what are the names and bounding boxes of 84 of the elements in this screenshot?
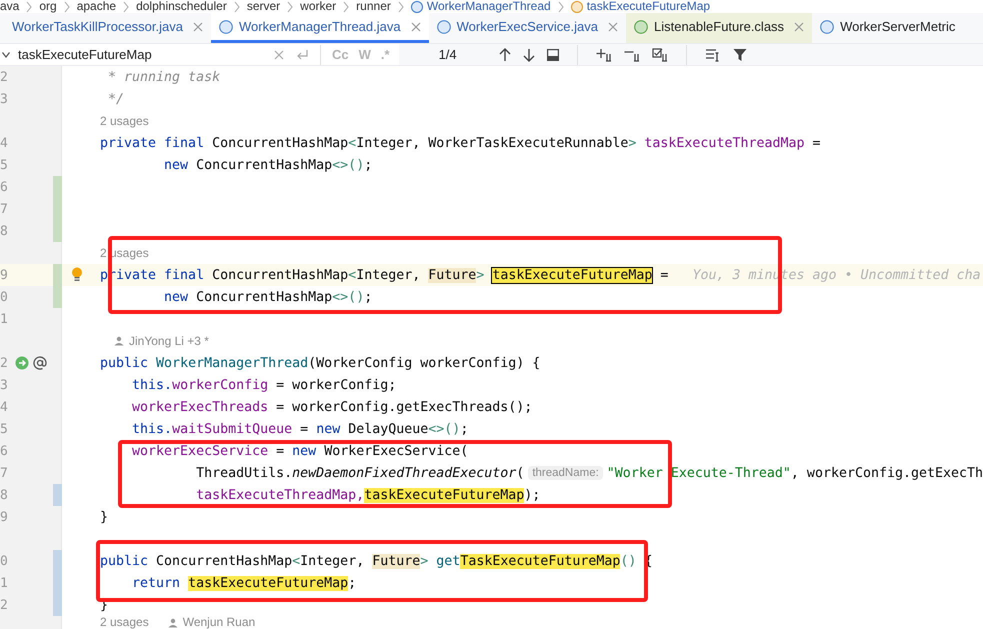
line-number: 3 <box>0 92 9 106</box>
code-line: this.waitSubmitQueue = new DelayQueue<>(); <box>131 422 468 436</box>
line-number: 3 <box>0 378 9 392</box>
chevron-icon <box>287 0 294 12</box>
close-icon[interactable] <box>192 22 203 32</box>
chevron-icon <box>398 0 404 12</box>
chevron-icon <box>234 0 240 12</box>
interface-icon <box>634 20 648 34</box>
breadcrumb-item[interactable]: worker <box>300 0 336 13</box>
breadcrumb-item[interactable]: apache <box>76 0 116 13</box>
line-number: 5 <box>0 158 9 172</box>
line-number: 8 <box>0 488 9 502</box>
breadcrumb-item[interactable]: org <box>39 0 57 13</box>
select-all-icon[interactable] <box>652 48 668 62</box>
line-number: 0 <box>0 554 9 568</box>
line-number: 6 <box>0 180 9 194</box>
inlay-hint[interactable]: 2 usages <box>100 114 149 128</box>
editor-tab[interactable]: ListenableFuture.class <box>626 13 812 43</box>
editor-tab[interactable]: WorkerManagerThread.java <box>210 13 429 43</box>
code-line: this.workerConfig = workerConfig; <box>131 378 396 392</box>
close-icon[interactable] <box>410 22 421 32</box>
code-line: ThreadUtils.newDaemonFixedThreadExecutor( <box>195 466 524 480</box>
field-icon <box>570 0 583 12</box>
inlay-hint[interactable]: JinYong Li +3 * <box>129 334 209 348</box>
chevron-icon <box>558 0 564 12</box>
editor-tab[interactable]: WorkerTaskKillProcessor.java <box>0 13 211 43</box>
editor-tab[interactable]: WorkerServerMetric <box>812 13 964 43</box>
add-occurrence-icon[interactable] <box>596 48 612 62</box>
line-number: 2 <box>0 70 9 84</box>
window-icon[interactable] <box>546 48 559 60</box>
line-number: 2 <box>0 598 9 612</box>
chevron-icon <box>64 0 70 12</box>
match-count: 1/4 <box>438 47 457 62</box>
code-line: taskExecuteThreadMap,taskExecuteFutureMap); <box>195 488 540 502</box>
class-icon <box>820 20 834 34</box>
breadcrumb-item[interactable]: runner <box>356 0 391 13</box>
up-arrow-icon[interactable] <box>498 48 511 62</box>
parameter-hint: threadName: <box>528 466 603 480</box>
dropdown-icon[interactable] <box>2 52 10 58</box>
code-line: new ConcurrentHashMap<>(); <box>163 158 372 172</box>
inlay-hint[interactable]: Wenjun Ruan <box>182 616 256 629</box>
line-number: 5 <box>0 422 9 436</box>
breadcrumb-item[interactable]: taskExecuteFutureMap <box>586 0 710 13</box>
line-number: 4 <box>0 136 9 150</box>
code-line: new ConcurrentHashMap<>(); <box>163 290 372 304</box>
code-line: public WorkerManagerThread(WorkerConfig workerConfig) { <box>100 356 540 370</box>
down-arrow-icon[interactable] <box>522 48 535 62</box>
code-line: workerExecThreads = workerConfig.getExecThreads(); <box>131 400 532 414</box>
code-line: private final ConcurrentHashMap<Integer, WorkerTaskExecuteRunnable> taskExecuteThreadMap = <box>100 136 821 150</box>
search-field[interactable]: taskExecuteFutureMap <box>14 44 268 64</box>
breadcrumb-item[interactable]: ava <box>0 0 20 13</box>
line-number: 4 <box>0 400 9 414</box>
line-number: 9 <box>0 510 9 524</box>
line-number: 7 <box>0 202 9 216</box>
code-line: } <box>100 510 108 524</box>
line-number: 1 <box>0 576 9 590</box>
chevron-icon <box>343 0 350 12</box>
line-number: 8 <box>0 224 9 238</box>
chevron-icon <box>26 0 32 12</box>
breadcrumb-item[interactable]: server <box>246 0 280 13</box>
close-icon[interactable] <box>608 22 618 32</box>
code-line: "Worker Execute-Thread", workerConfig.getExecTh <box>606 466 983 480</box>
breadcrumb-item[interactable]: WorkerManagerThread <box>426 0 551 13</box>
code-line: workerExecService = new WorkerExecService( <box>131 444 468 458</box>
editor-tab[interactable]: WorkerExecService.java <box>428 13 626 43</box>
inlay-hint[interactable]: 2 usages <box>100 616 149 629</box>
line-number: 0 <box>0 290 9 304</box>
code-line: */ <box>107 92 124 106</box>
at-sign-icon[interactable] <box>33 356 47 370</box>
chevron-icon <box>123 0 130 12</box>
class-icon <box>218 20 233 34</box>
filter-icon[interactable] <box>732 48 747 62</box>
line-number: 1 <box>0 312 9 326</box>
code-editor[interactable] <box>0 66 983 629</box>
line-number: 6 <box>0 444 9 458</box>
lightbulb-icon[interactable] <box>71 267 83 283</box>
multiline-icon[interactable] <box>704 48 721 62</box>
line-number: 9 <box>0 268 9 282</box>
line-number: 2 <box>0 356 9 370</box>
breadcrumb-item[interactable]: dolphinscheduler <box>136 0 227 13</box>
class-icon <box>436 20 451 34</box>
code-line: * running task <box>107 70 220 84</box>
class-icon <box>410 0 423 12</box>
line-number: 7 <box>0 466 9 480</box>
